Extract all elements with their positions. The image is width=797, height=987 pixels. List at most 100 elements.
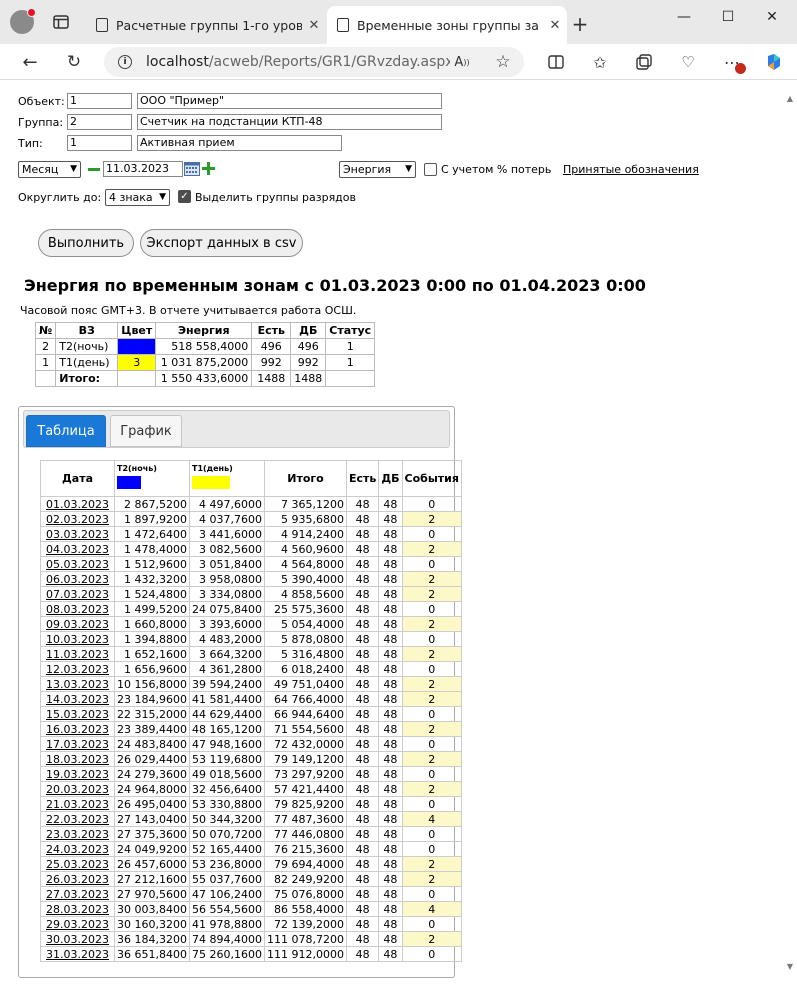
cell-db: 496	[290, 338, 327, 355]
col-have: Есть	[345, 460, 380, 497]
favorite-star-icon[interactable]: ☆	[491, 50, 515, 74]
scroll-down-icon[interactable]: ▼	[787, 962, 793, 971]
date-link[interactable]: 04.03.2023	[40, 541, 115, 557]
date-link[interactable]: 20.03.2023	[40, 781, 115, 797]
group-code-input[interactable]: 2	[67, 114, 132, 130]
window-close-icon[interactable]: ✕	[750, 0, 794, 34]
date-link[interactable]: 22.03.2023	[40, 811, 115, 827]
tab-table[interactable]: Таблица	[26, 415, 106, 447]
date-link[interactable]: 23.03.2023	[40, 826, 115, 842]
period-select[interactable]: Месяц ▼	[18, 161, 81, 178]
cell-have: 48	[345, 631, 380, 647]
collections-icon[interactable]	[632, 50, 656, 74]
date-link[interactable]: 26.03.2023	[40, 871, 115, 887]
cell-db: 48	[378, 661, 403, 677]
date-link[interactable]: 09.03.2023	[40, 616, 115, 632]
close-icon[interactable]: ✕	[543, 18, 567, 33]
date-link[interactable]: 12.03.2023	[40, 661, 115, 677]
cell-have: 48	[345, 586, 380, 602]
date-link[interactable]: 13.03.2023	[40, 676, 115, 692]
scroll-up-icon[interactable]: ▲	[787, 94, 793, 103]
date-link[interactable]: 30.03.2023	[40, 931, 115, 947]
cell-zone2: 27 970,5600	[114, 886, 190, 902]
back-arrow-icon[interactable]: ←	[18, 50, 42, 74]
cell-have: 48	[345, 811, 380, 827]
tab-chart[interactable]: График	[110, 415, 182, 447]
date-link[interactable]: 02.03.2023	[40, 511, 115, 527]
date-link[interactable]: 17.03.2023	[40, 736, 115, 752]
date-link[interactable]: 31.03.2023	[40, 946, 115, 962]
object-name-input[interactable]: ООО "Пример"	[137, 93, 442, 109]
split-screen-icon[interactable]	[544, 50, 568, 74]
profile-avatar-icon[interactable]	[10, 8, 36, 34]
date-link[interactable]: 15.03.2023	[40, 706, 115, 722]
more-menu-icon[interactable]: ⋯	[720, 50, 746, 74]
digit-groups-checkbox[interactable]: ✓	[178, 190, 191, 203]
table-row: 23.03.2023 27 375,3600 50 070,7200 77 446,0…	[40, 826, 462, 842]
date-link[interactable]: 27.03.2023	[40, 886, 115, 902]
date-input[interactable]: 11.03.2023	[103, 161, 183, 177]
favorites-list-icon[interactable]: ✩	[588, 50, 612, 74]
round-select[interactable]: 4 знака ▼	[105, 189, 170, 206]
cell-have: 48	[345, 781, 380, 797]
date-link[interactable]: 06.03.2023	[40, 571, 115, 587]
browser-toolbar: ← ↻ i localhost/acweb/Reports/GR1/GRvzda…	[0, 44, 797, 80]
copilot-icon[interactable]	[762, 50, 786, 74]
cell-have: 48	[345, 691, 380, 707]
date-link[interactable]: 24.03.2023	[40, 841, 115, 857]
date-link[interactable]: 08.03.2023	[40, 601, 115, 617]
cell-zone2: 26 495,0400	[114, 796, 190, 812]
date-link[interactable]: 07.03.2023	[40, 586, 115, 602]
col-events: События	[401, 460, 462, 497]
date-link[interactable]: 10.03.2023	[40, 631, 115, 647]
group-name-input[interactable]: Счетчик на подстанции КТП-48	[137, 114, 442, 130]
address-path: /acweb/Reports/GR1/GRvzday.aspx?...	[208, 54, 475, 70]
measure-select[interactable]: Энергия ▼	[339, 161, 416, 178]
browser-essentials-heart-icon[interactable]: ♡	[676, 50, 700, 74]
date-link[interactable]: 21.03.2023	[40, 796, 115, 812]
new-tab-plus-icon[interactable]: +	[570, 12, 590, 36]
cell-db: 48	[378, 571, 403, 587]
cell-db: 48	[378, 511, 403, 527]
date-decrement-minus-icon[interactable]	[88, 168, 100, 171]
date-link[interactable]: 03.03.2023	[40, 526, 115, 542]
cell-total: 5 316,4800	[263, 646, 347, 662]
date-link[interactable]: 19.03.2023	[40, 766, 115, 782]
calendar-icon[interactable]	[184, 162, 200, 176]
tab-title: Расчетные группы 1-го уровня	[116, 17, 302, 33]
site-info-icon[interactable]: i	[118, 55, 132, 69]
date-link[interactable]: 14.03.2023	[40, 691, 115, 707]
run-button[interactable]: Выполнить	[38, 229, 134, 257]
browser-tab-timezones[interactable]: Временные зоны группы за пер ✕	[327, 6, 567, 44]
cell-zone2: 23 389,4400	[114, 721, 190, 737]
cell-empty	[34, 370, 57, 387]
reload-icon[interactable]: ↻	[62, 50, 86, 74]
export-csv-button[interactable]: Экспорт данных в csv	[140, 229, 303, 257]
cell-db: 48	[378, 931, 403, 947]
table-row: 17.03.2023 24 483,8400 47 948,1600 72 432,0…	[40, 736, 462, 752]
date-link[interactable]: 16.03.2023	[40, 721, 115, 737]
date-link[interactable]: 18.03.2023	[40, 751, 115, 767]
date-link[interactable]: 25.03.2023	[40, 856, 115, 872]
date-link[interactable]: 01.03.2023	[40, 496, 115, 512]
minimize-icon[interactable]: —	[662, 0, 706, 34]
type-code-input[interactable]: 1	[67, 135, 132, 151]
object-code-input[interactable]: 1	[67, 93, 132, 109]
close-icon[interactable]: ✕	[302, 18, 326, 33]
date-increment-plus-icon[interactable]	[202, 162, 215, 175]
cell-zone1: 75 260,1600	[188, 946, 265, 962]
date-link[interactable]: 05.03.2023	[40, 556, 115, 572]
browser-tab-groups[interactable]: Расчетные группы 1-го уровня ✕	[86, 6, 326, 44]
loss-checkbox[interactable]	[424, 163, 437, 176]
date-link[interactable]: 29.03.2023	[40, 916, 115, 932]
group-label: Группа:	[18, 116, 64, 129]
read-aloud-icon[interactable]: A))	[450, 50, 474, 74]
type-name-input[interactable]: Активная прием	[137, 135, 342, 151]
timezone-note: Часовой пояс GMT+3. В отчете учитывается…	[20, 304, 357, 317]
workspaces-icon[interactable]	[50, 12, 72, 32]
maximize-icon[interactable]: ☐	[706, 0, 750, 34]
date-link[interactable]: 11.03.2023	[40, 646, 115, 662]
date-link[interactable]: 28.03.2023	[40, 901, 115, 917]
legend-link[interactable]: Принятые обозначения	[563, 163, 699, 176]
cell-events: 4	[401, 901, 462, 917]
